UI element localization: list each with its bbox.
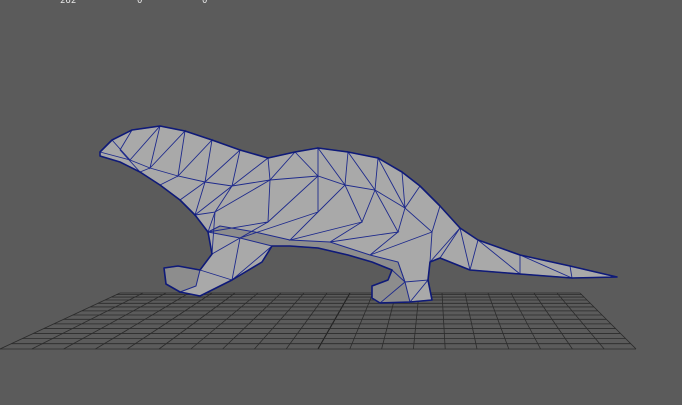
grid-line <box>349 292 374 350</box>
grid-line <box>31 292 144 350</box>
grid-line <box>487 292 510 350</box>
grid-line <box>441 292 446 350</box>
grid-line <box>95 292 190 350</box>
grid-line <box>285 292 328 350</box>
grid-line <box>190 292 259 350</box>
grid-line <box>126 292 213 350</box>
grid-line <box>556 292 605 350</box>
grid-line <box>222 292 282 350</box>
otter-mesh[interactable] <box>99 125 618 304</box>
grid-line <box>533 292 573 350</box>
ground-grid <box>0 292 637 350</box>
grid-line <box>158 292 236 350</box>
grid-line <box>510 292 541 350</box>
viewport-scene <box>0 125 637 350</box>
3d-viewport[interactable]: 262 0 0 <box>0 0 682 405</box>
grid-line <box>317 292 351 350</box>
grid-line <box>254 292 305 350</box>
grid-line <box>0 292 121 350</box>
grid-line <box>464 292 478 350</box>
grid-line <box>63 292 167 350</box>
grid-line <box>579 292 637 350</box>
